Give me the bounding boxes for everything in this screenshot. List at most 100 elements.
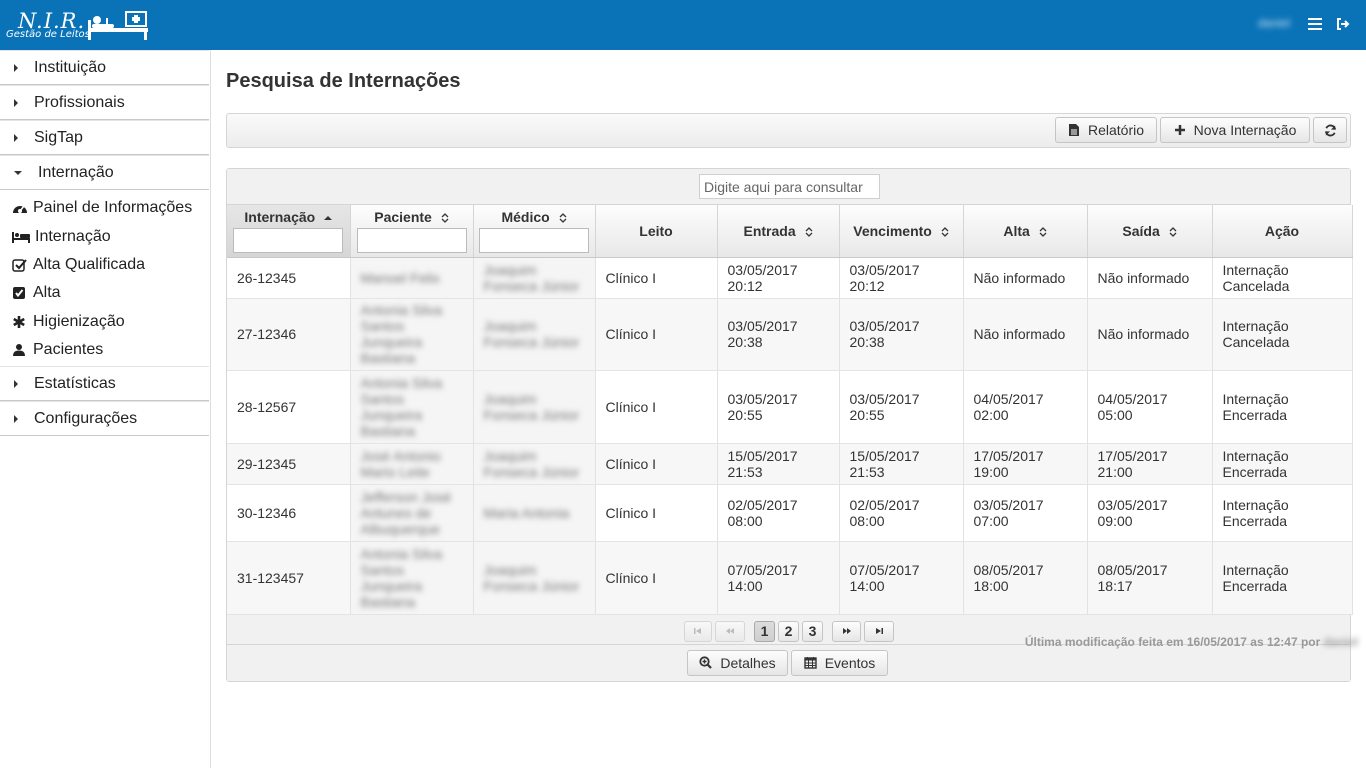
last-page-button[interactable] <box>864 620 894 642</box>
user-name[interactable]: daniel <box>1258 16 1290 30</box>
cell-internacao: 26-12345 <box>227 257 351 299</box>
cell-text: 09:00 <box>1097 512 1133 529</box>
sidebar-group-internacao[interactable]: Internação <box>0 155 209 190</box>
sidebar-item-painel[interactable]: Painel de Informações <box>0 194 210 222</box>
calendar-icon <box>804 657 817 669</box>
column-header-alta[interactable]: Alta <box>963 205 1088 258</box>
sidebar-group-sigtap[interactable]: SigTap <box>0 120 209 155</box>
page-button[interactable]: 1 <box>754 620 775 642</box>
filter-input-internacao[interactable] <box>233 227 344 253</box>
column-header-saida[interactable]: Saída <box>1087 205 1213 258</box>
last-modified-text: Última modificação feita em 16/05/2017 a… <box>1024 635 1321 649</box>
table-row[interactable]: 28-12567 Antonia Silva Santos Junqueira Bast… <box>227 370 1353 444</box>
sidebar-item-internacao[interactable]: Internação <box>0 222 210 250</box>
dashboard-icon <box>13 205 27 214</box>
table-row[interactable]: 29-12345 José Antonio Mario Leite Joaquim Fo… <box>227 443 1353 485</box>
cell-text: 20:55 <box>849 406 885 423</box>
cell-paciente: Antonia Silva Santos Junqueira Bastiana <box>350 298 474 371</box>
cell-text: 08/05/2017 <box>1097 561 1168 578</box>
cell-text: 18:00 <box>973 577 1009 594</box>
sidebar-item-alta[interactable]: Alta <box>0 279 210 307</box>
sidebar-item-pacientes[interactable]: Pacientes <box>0 336 210 364</box>
cell-text: Clínico I <box>605 569 657 586</box>
sidebar: Instituição Profissionais SigTap Interna… <box>0 50 211 768</box>
cell-text: 17/05/2017 <box>1097 447 1168 464</box>
caret-right-icon <box>14 98 18 107</box>
cell-acao: Internação Encerrada <box>1212 541 1353 615</box>
prev-page-button[interactable] <box>715 620 745 642</box>
refresh-button[interactable] <box>1313 117 1347 143</box>
table-row[interactable]: 31-123457 Antonia Silva Santos Junqueira Bas… <box>227 541 1353 615</box>
cell-text: Mario Leite <box>360 463 430 480</box>
app-logo[interactable]: N.I.R. Gestão de Leitos <box>6 6 156 44</box>
cell-text: 03/05/2017 <box>849 318 920 334</box>
cell-text: 14:00 <box>849 577 885 594</box>
details-button-label: Detalhes <box>720 654 776 671</box>
details-button[interactable]: Detalhes <box>687 649 788 676</box>
cell-vencimento: 02/05/2017 08:00 <box>839 484 964 542</box>
cell-text: 28-12567 <box>237 398 297 415</box>
table-row[interactable]: 27-12346 Antonia Silva Santos Junqueira Bast… <box>227 298 1353 371</box>
cell-text: 02/05/2017 <box>727 496 798 513</box>
column-header-entrada[interactable]: Entrada <box>717 205 840 258</box>
cell-text: Clínico I <box>605 504 657 521</box>
sidebar-item-label: Alta <box>33 284 61 302</box>
sidebar-item-alta-qualificada[interactable]: Alta Qualificada <box>0 251 210 279</box>
cell-text: 31-123457 <box>237 569 304 586</box>
page-button[interactable]: 2 <box>778 620 799 642</box>
logout-icon[interactable] <box>1336 17 1350 31</box>
next-page-icon <box>842 628 851 634</box>
cell-text: 14:00 <box>727 577 763 594</box>
cell-text: 19:00 <box>973 463 1009 480</box>
events-button[interactable]: Eventos <box>791 649 888 676</box>
cell-alta: Não informado <box>963 257 1088 299</box>
next-page-button[interactable] <box>832 620 861 642</box>
cell-text: 15/05/2017 <box>727 447 798 464</box>
column-header-leito[interactable]: Leito <box>595 205 718 258</box>
column-header-paciente[interactable]: Paciente <box>350 205 474 258</box>
column-header-internacao[interactable]: Internação <box>227 205 351 258</box>
check-square-icon <box>13 287 25 300</box>
table-row[interactable]: 30-12346 Jefferson José Antunes de Albuquer… <box>227 484 1353 542</box>
cell-leito: Clínico I <box>595 298 718 371</box>
filter-input-medico[interactable] <box>479 227 589 253</box>
new-internacao-button[interactable]: Nova Internação <box>1160 117 1310 143</box>
cell-text: 20:38 <box>727 334 763 350</box>
cell-entrada: 03/05/2017 20:12 <box>717 257 840 299</box>
logo-subtitle: Gestão de Leitos <box>6 29 90 40</box>
sidebar-item-label: Painel de Informações <box>33 199 193 217</box>
column-header-medico[interactable]: Médico <box>473 205 596 258</box>
report-button-label: Relatório <box>1087 122 1145 138</box>
search-input[interactable] <box>699 174 880 199</box>
page-button[interactable]: 3 <box>802 620 823 642</box>
cell-acao: Internação Encerrada <box>1212 443 1353 485</box>
cell-entrada: 15/05/2017 21:53 <box>717 443 840 485</box>
sidebar-group-profissionais[interactable]: Profissionais <box>0 85 209 120</box>
sidebar-group-configuracoes[interactable]: Configurações <box>0 401 209 437</box>
sidebar-item-label: Pacientes <box>33 341 104 359</box>
events-button-label: Eventos <box>824 654 876 671</box>
sidebar-group-instituicao[interactable]: Instituição <box>0 50 209 85</box>
column-header-vencimento[interactable]: Vencimento <box>839 205 964 258</box>
cell-medico: Joaquim Fonseca Júnior <box>473 443 596 485</box>
cell-text: 07/05/2017 <box>727 561 798 578</box>
filter-input-paciente[interactable] <box>356 227 467 253</box>
cell-text: Junqueira <box>360 334 423 350</box>
sidebar-item-label: Internação <box>35 227 111 245</box>
cell-text: Fonseca Júnior <box>483 334 580 350</box>
cell-text: 07:00 <box>973 512 1009 529</box>
cell-text: Antunes de <box>360 504 432 521</box>
report-button[interactable]: Relatório <box>1055 117 1157 143</box>
first-page-button[interactable] <box>684 620 712 642</box>
sidebar-group-estatisticas[interactable]: Estatísticas <box>0 366 209 402</box>
table-row[interactable]: 26-12345 Manoel Felix Joaquim Fonseca Júnio… <box>227 257 1353 299</box>
hamburger-menu-icon[interactable] <box>1308 18 1322 30</box>
caret-down-icon <box>14 170 22 175</box>
cell-entrada: 02/05/2017 08:00 <box>717 484 840 542</box>
sidebar-item-higienizacao[interactable]: Higienização <box>0 308 210 336</box>
cell-internacao: 28-12567 <box>227 370 351 444</box>
top-bar: N.I.R. Gestão de Leitos daniel <box>0 0 1366 50</box>
cell-saida: 08/05/2017 18:17 <box>1087 541 1213 615</box>
cell-saida: 03/05/2017 09:00 <box>1087 484 1213 542</box>
cell-acao: Internação Cancelada <box>1212 298 1353 371</box>
